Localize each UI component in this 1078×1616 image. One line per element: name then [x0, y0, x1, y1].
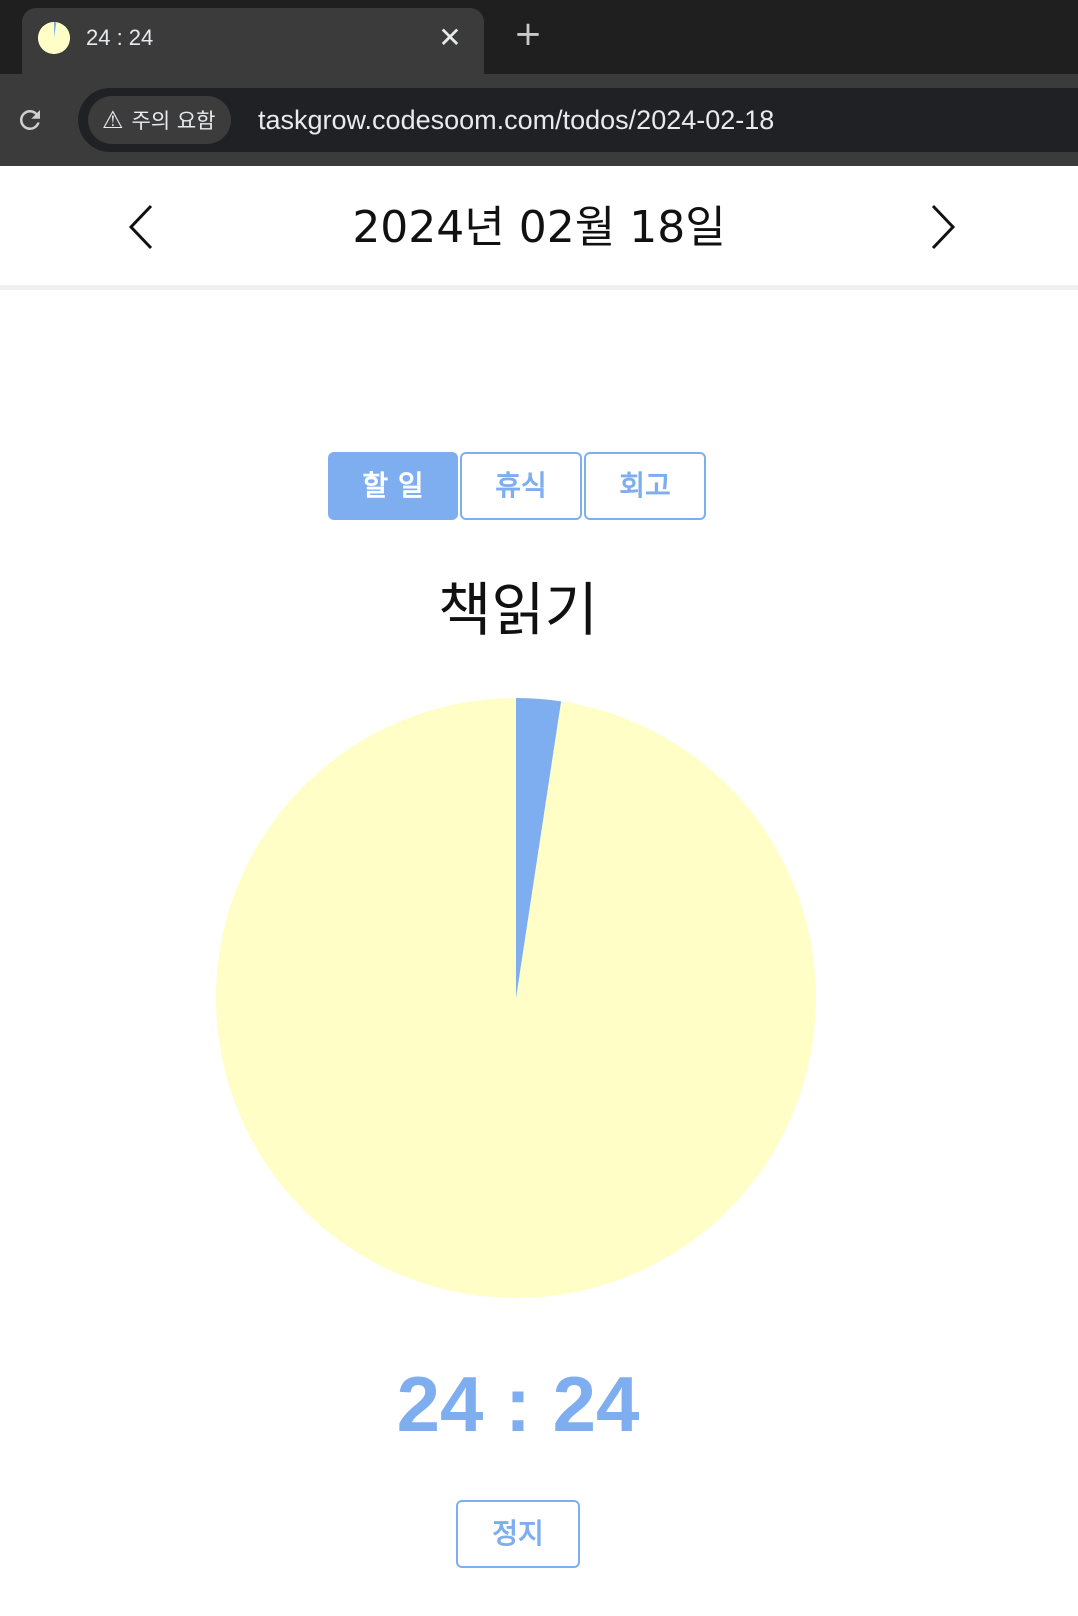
reload-icon[interactable]: [8, 98, 52, 142]
tab-rest[interactable]: 휴식: [460, 452, 582, 520]
url-text[interactable]: taskgrow.codesoom.com/todos/2024-02-18: [258, 88, 774, 152]
browser-tab-bar: 24 : 24 ✕ +: [0, 0, 1078, 74]
tab-retrospective[interactable]: 회고: [584, 452, 706, 520]
timer-pie-chart: [216, 698, 816, 1298]
mode-tabs: 할 일 휴식 회고: [328, 452, 706, 520]
stop-button[interactable]: 정지: [456, 1500, 580, 1568]
browser-tab[interactable]: 24 : 24 ✕: [22, 8, 484, 74]
warning-icon: ⚠: [102, 106, 124, 134]
timer-display: 24 : 24: [396, 1360, 640, 1448]
task-title: 책읽기: [437, 576, 599, 644]
security-label: 주의 요함: [131, 109, 216, 133]
tab-title: 24 : 24: [86, 25, 154, 50]
tab-todo[interactable]: 할 일: [328, 452, 458, 520]
date-header: 2024년 02월 18일: [0, 166, 1078, 290]
browser-toolbar: ⚠ 주의 요함 taskgrow.codesoom.com/todos/2024…: [0, 74, 1078, 166]
new-tab-button[interactable]: +: [508, 14, 548, 54]
tab-close-icon[interactable]: ✕: [430, 18, 470, 58]
security-warning-chip[interactable]: ⚠ 주의 요함: [88, 96, 232, 144]
address-bar[interactable]: ⚠ 주의 요함 taskgrow.codesoom.com/todos/2024…: [78, 88, 1078, 152]
date-title: 2024년 02월 18일: [352, 202, 726, 253]
timer-favicon-icon: [38, 22, 70, 54]
chevron-right-icon[interactable]: [924, 202, 964, 252]
